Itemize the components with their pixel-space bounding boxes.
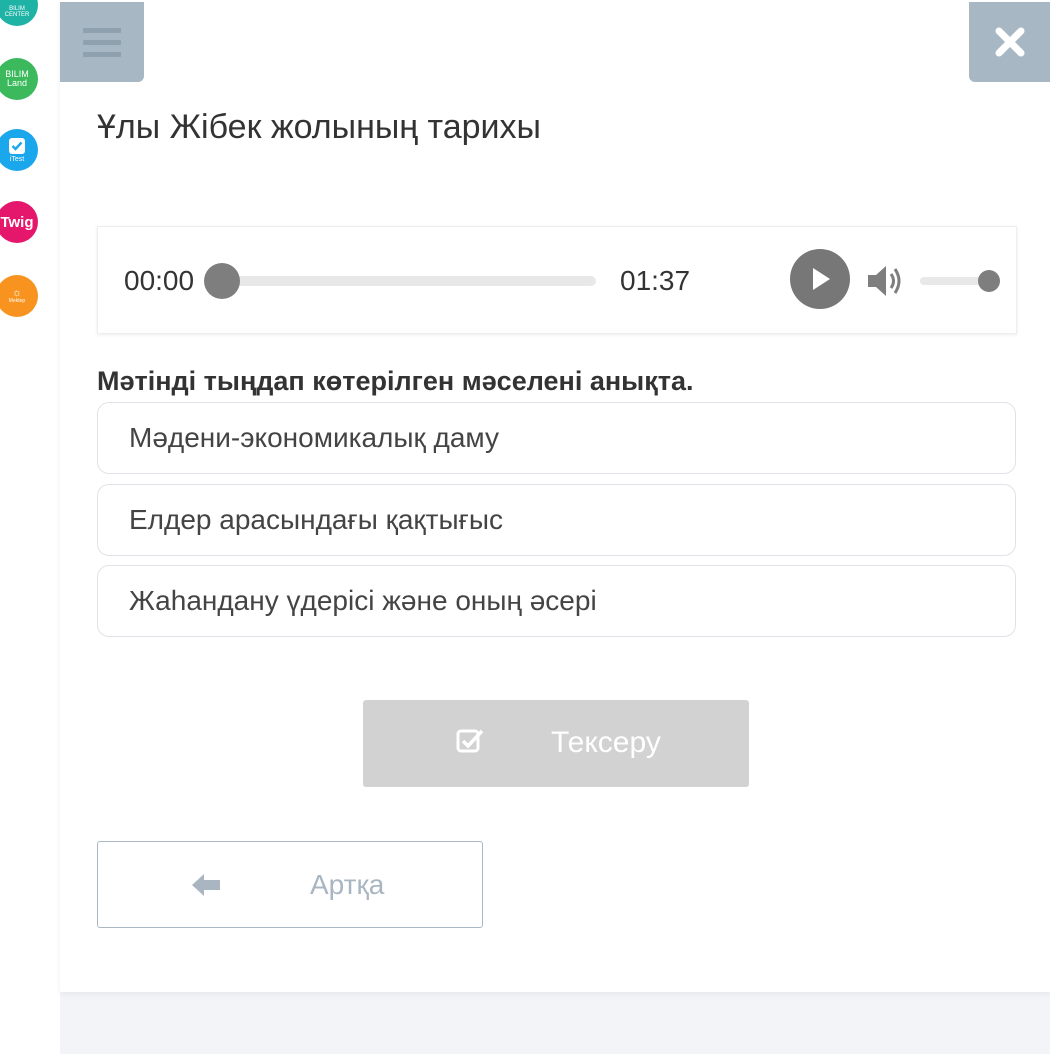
itest-label: iTest [9,156,25,163]
check-button[interactable]: Тексеру [363,700,749,787]
check-button-label: Тексеру [551,726,661,759]
mektep-label: Mektep [8,298,26,304]
volume-track[interactable] [920,277,986,285]
duration-time: 01:37 [620,265,691,296]
volume-thumb[interactable] [978,270,1000,292]
close-icon [995,27,1024,57]
answer-option[interactable]: Елдер арасындағы қақтығыс [97,484,1016,556]
menu-button[interactable] [60,2,144,82]
checkbox-check-icon [456,729,484,753]
hamburger-icon-bar [83,39,121,45]
play-icon [813,268,830,290]
bilim-land-label: BILIM Land [5,69,29,88]
progress-thumb[interactable] [204,263,240,299]
app-sidebar: BILIM CENTER BILIM Land iTest Twig ☼ Mek… [0,0,60,1054]
close-button[interactable] [969,2,1050,82]
answer-option-label: Елдер арасындағы қақтығыс [129,504,503,535]
itest-icon[interactable]: iTest [0,129,38,171]
back-button[interactable]: Артқа [97,841,483,928]
answer-option-label: Мәдени-экономикалық даму [129,422,499,453]
hamburger-icon-bar [83,51,121,57]
answer-option[interactable]: Мәдени-экономикалық даму [97,402,1016,474]
bilim-land-icon[interactable]: BILIM Land [0,58,38,100]
volume-icon[interactable] [866,263,904,299]
question-text: Мәтінді тыңдап көтерілген мәселені анықт… [97,366,694,396]
answer-option-label: Жаһандану үдерісі және оның әсері [129,585,597,616]
hamburger-icon-bar [83,27,121,33]
play-button[interactable] [790,249,850,309]
mektep-icon[interactable]: ☼ Mektep [0,275,38,317]
bilim-center-icon[interactable]: BILIM CENTER [0,0,38,26]
itest-check-icon [9,138,25,154]
page-title: Ұлы Жібек жолының тарихы [97,108,541,146]
audio-player: 00:00 01:37 [97,226,1017,334]
bilim-center-label: BILIM CENTER [4,6,30,18]
current-time: 00:00 [124,265,195,296]
arrow-left-icon [192,874,220,896]
back-button-label: Артқа [310,869,385,900]
progress-track[interactable] [216,276,596,286]
twig-icon[interactable]: Twig [0,201,38,243]
answer-option[interactable]: Жаһандану үдерісі және оның әсері [97,565,1016,637]
twig-label: Twig [0,213,34,231]
